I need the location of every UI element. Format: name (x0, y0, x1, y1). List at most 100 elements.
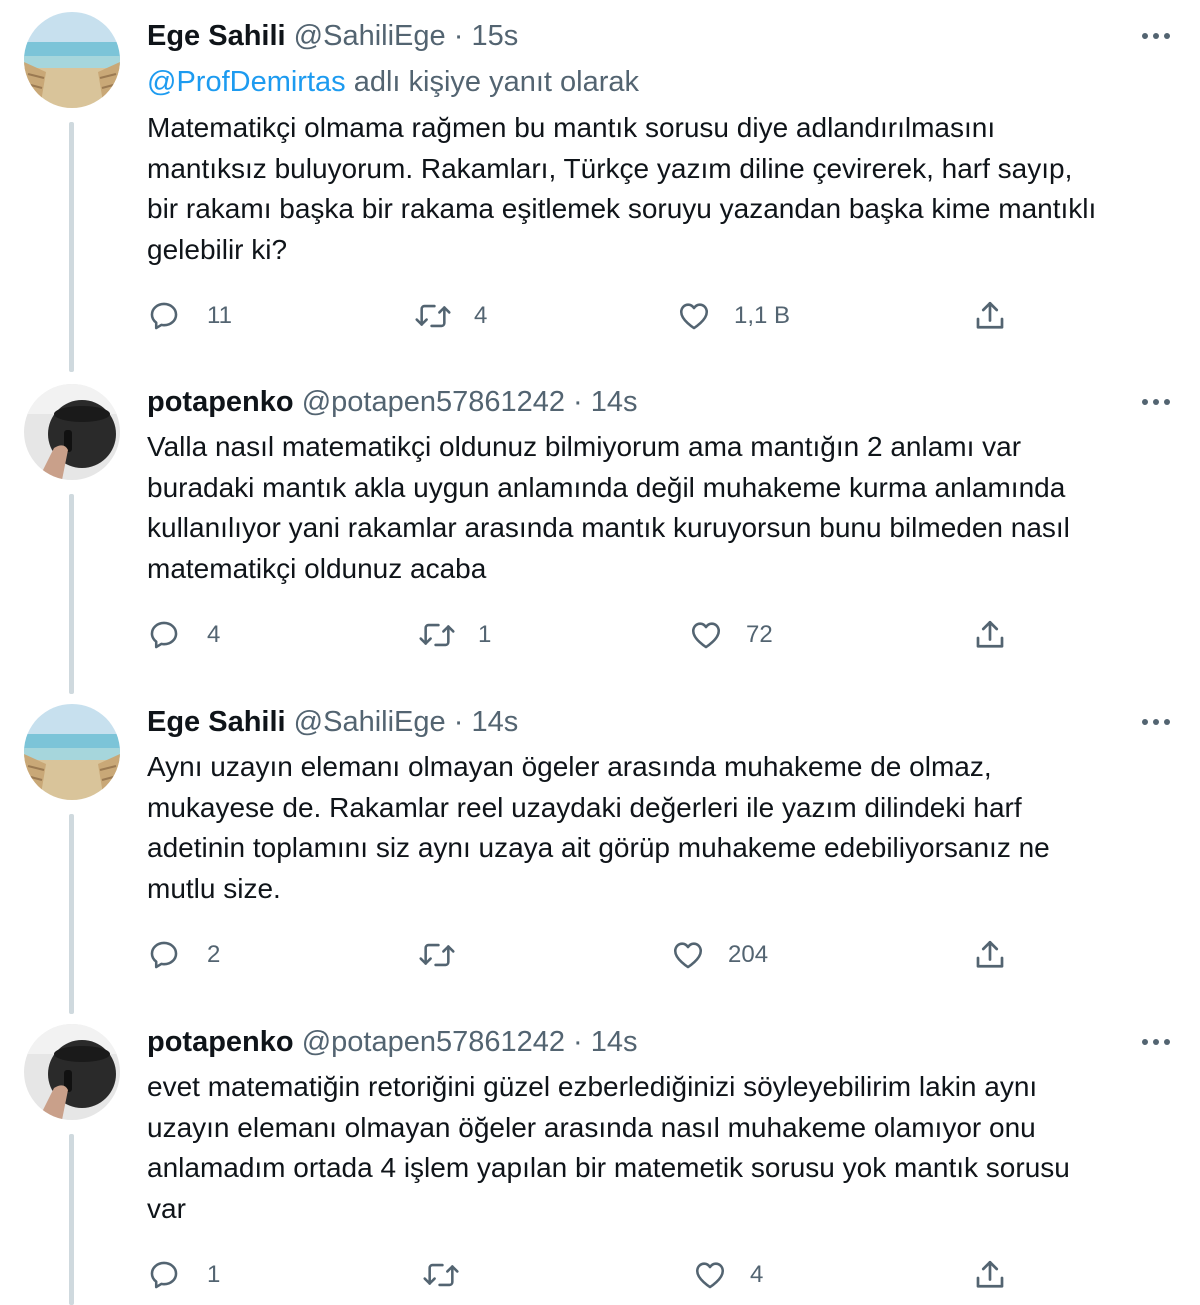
retweet-button[interactable]: 1 (418, 615, 491, 655)
reply-count: 11 (207, 302, 232, 329)
speech-bubble-icon (150, 1261, 178, 1289)
speech-bubble-icon (150, 941, 178, 969)
share-button[interactable] (972, 1255, 1008, 1295)
separator-dot: · (453, 706, 464, 738)
author-name[interactable]: potapenko (147, 1026, 294, 1058)
author-handle[interactable]: @potapen57861242 (302, 1026, 565, 1058)
conversation-thread: Ege Sahili @SahiliEge · 15s @ProfDemirta… (0, 0, 1200, 1305)
share-button[interactable] (972, 615, 1008, 655)
reply-count: 1 (207, 1261, 221, 1288)
heart-icon (673, 942, 703, 969)
like-button[interactable]: 1,1 B (676, 296, 790, 336)
tweet-time[interactable]: 14s (591, 386, 638, 418)
tweet-actions: 1 4 (0, 1255, 1200, 1295)
author-handle[interactable]: @potapen57861242 (302, 386, 565, 418)
tweet-text-line: adetinin toplamını siz aynı uzaya ait gö… (147, 832, 1050, 863)
separator-dot: · (573, 386, 583, 418)
like-button[interactable]: 204 (670, 935, 768, 975)
tweet-time[interactable]: 14s (471, 706, 518, 738)
dark-object-avatar-image (24, 1024, 120, 1120)
tweet-text-line: matematikçi oldunuz acaba (147, 552, 487, 584)
more-dots-icon (1142, 719, 1170, 725)
retweet-icon (415, 304, 451, 328)
more-options-button[interactable] (1140, 22, 1172, 50)
tweet-text-line: gelebilir ki? (147, 233, 288, 265)
tweet[interactable]: potapenko @potapen57861242 · 14s evet ma… (0, 1010, 1200, 1305)
tweet-text: Valla nasıl matematikçi oldunuz bilmiyor… (147, 427, 1182, 589)
more-options-button[interactable] (1140, 388, 1172, 416)
tweet-text-line: mutlu size. (147, 872, 281, 904)
tweet-text-line: Aynı uzayın elemanı olmayan ögeler arası… (147, 751, 992, 782)
retweet-button[interactable]: 4 (414, 296, 487, 336)
heart-icon (691, 622, 721, 649)
author-handle[interactable]: @SahiliEge (294, 706, 446, 738)
tweet-text-line: Valla nasıl matematikçi oldunuz bilmiyor… (147, 431, 1022, 462)
tweet-text: Matematikçi olmama rağmen bu mantık soru… (147, 108, 1182, 270)
share-button[interactable] (972, 296, 1008, 336)
tweet[interactable]: Ege Sahili @SahiliEge · 14s Aynı uzayın … (0, 690, 1200, 1014)
like-count: 204 (728, 941, 769, 968)
tweet-text-line: anlamadım ortada 4 işlem yapılan bir mat… (147, 1152, 1070, 1183)
mention-link[interactable]: @ProfDemirtas (147, 66, 346, 98)
share-button[interactable] (972, 935, 1008, 975)
retweet-count: 4 (474, 302, 488, 329)
more-options-button[interactable] (1140, 708, 1172, 736)
more-dots-icon (1142, 33, 1170, 39)
reply-button[interactable]: 4 (147, 615, 220, 655)
share-upload-icon (976, 620, 1004, 648)
tweet-header: Ege Sahili @SahiliEge · 14s (147, 704, 518, 740)
tweet-text-line: var (147, 1192, 186, 1224)
reply-button[interactable]: 2 (147, 935, 220, 975)
replying-to-line: @ProfDemirtas adlı kişiye yanıt olarak (147, 64, 639, 100)
retweet-icon (419, 943, 455, 967)
avatar[interactable] (24, 12, 120, 108)
avatar[interactable] (24, 704, 120, 800)
tweet-text-line: kullanılıyor yani rakamlar arasında mant… (147, 512, 1070, 543)
share-upload-icon (976, 1260, 1004, 1288)
tweet-text: Aynı uzayın elemanı olmayan ögeler arası… (147, 747, 1182, 909)
tweet-text-line: buradaki mantık akla uygun anlamında değ… (147, 471, 1066, 503)
author-name[interactable]: Ege Sahili (147, 20, 286, 52)
beach-avatar-image (24, 704, 120, 800)
separator-dot: · (453, 20, 464, 52)
tweet-time[interactable]: 15s (471, 20, 518, 52)
separator-dot: · (573, 1026, 583, 1058)
thread-connector-line (69, 814, 74, 1014)
tweet-header: Ege Sahili @SahiliEge · 15s (147, 18, 518, 54)
reply-count: 2 (207, 941, 221, 968)
tweet-text: evet matematiğin retoriğini güzel ezberl… (147, 1067, 1182, 1229)
retweet-button[interactable] (422, 1255, 482, 1295)
tweet[interactable]: potapenko @potapen57861242 · 14s Valla n… (0, 370, 1200, 694)
author-name[interactable]: potapenko (147, 386, 294, 418)
heart-icon (695, 1262, 725, 1289)
author-handle[interactable]: @SahiliEge (294, 20, 446, 52)
reply-button[interactable]: 1 (147, 1255, 220, 1295)
retweet-icon (423, 1263, 459, 1287)
tweet-text-line: bir rakamı başka bir rakama eşitlemek so… (147, 193, 1097, 224)
tweet-text-line: Matematikçi olmama rağmen bu mantık soru… (147, 112, 996, 143)
tweet-actions: 2 204 (0, 935, 1200, 975)
tweet-text-line: mantıksız buluyorum. Rakamları, Türkçe y… (147, 152, 1073, 184)
tweet[interactable]: Ege Sahili @SahiliEge · 15s @ProfDemirta… (0, 0, 1200, 372)
share-upload-icon (976, 301, 1004, 329)
tweet-actions: 11 4 1,1 B (0, 296, 1200, 336)
retweet-button[interactable] (418, 935, 478, 975)
retweet-icon (419, 623, 455, 647)
tweet-text-line: evet matematiğin retoriğini güzel ezberl… (147, 1071, 1038, 1102)
reply-count: 4 (207, 621, 221, 648)
retweet-count: 1 (478, 621, 492, 648)
thread-connector-line (69, 494, 74, 694)
author-name[interactable]: Ege Sahili (147, 706, 286, 738)
dark-object-avatar-image (24, 384, 120, 480)
tweet-text-line: uzayın elemanı olmayan öğeler arasında n… (147, 1111, 1036, 1143)
like-button[interactable]: 72 (688, 615, 773, 655)
avatar[interactable] (24, 384, 120, 480)
like-count: 4 (750, 1261, 764, 1288)
reply-button[interactable]: 11 (147, 296, 232, 336)
tweet-time[interactable]: 14s (591, 1026, 638, 1058)
replying-to-text: adlı kişiye yanıt olarak (353, 66, 640, 98)
avatar[interactable] (24, 1024, 120, 1120)
tweet-text-line: mukayese de. Rakamlar reel uzaydaki değe… (147, 791, 1022, 823)
like-button[interactable]: 4 (692, 1255, 763, 1295)
more-options-button[interactable] (1140, 1028, 1172, 1056)
